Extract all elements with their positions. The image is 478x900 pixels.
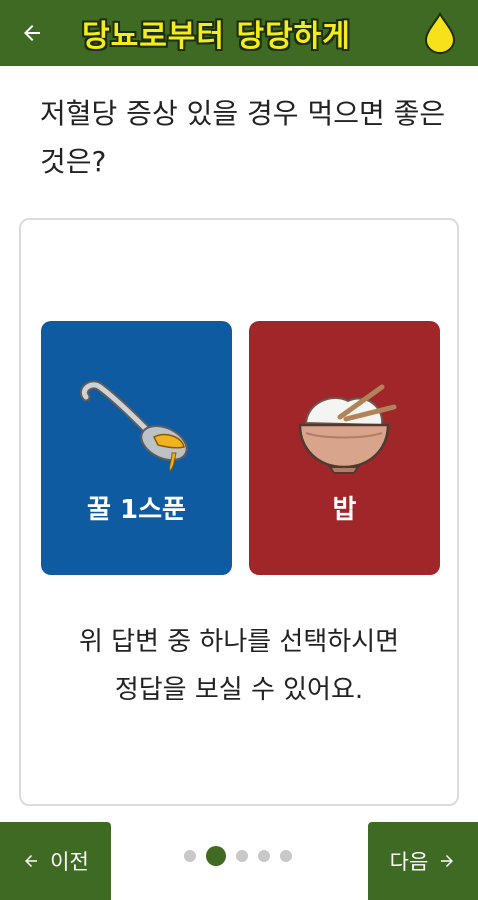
- back-button[interactable]: [10, 13, 54, 53]
- page-dot-4: [258, 850, 270, 862]
- honey-spoon-icon: [80, 380, 188, 472]
- hint-line-2: 정답을 보실 수 있어요.: [114, 675, 364, 705]
- option-rice-button[interactable]: 밥: [249, 321, 440, 575]
- app-title: 당뇨로부터 당당하게: [82, 19, 351, 54]
- app-bar: 당뇨로부터 당당하게: [0, 0, 478, 66]
- drop-icon: [424, 12, 456, 54]
- rice-bowl-icon: [298, 384, 397, 474]
- next-button[interactable]: 다음: [368, 822, 478, 900]
- prev-button[interactable]: 이전: [0, 822, 111, 900]
- arrow-left-icon: [24, 25, 40, 41]
- hint-text: 위 답변 중 하나를 선택하시면 정답을 보실 수 있어요.: [21, 618, 457, 714]
- page-dot-2-active: [206, 846, 226, 866]
- option-honey-button[interactable]: 꿀 1스푼: [41, 321, 232, 575]
- option-rice-label: 밥: [332, 495, 357, 525]
- arrow-left-icon: [25, 855, 38, 867]
- page-dot-3: [236, 850, 248, 862]
- page-dot-5: [280, 850, 292, 862]
- option-honey-label: 꿀 1스푼: [87, 495, 186, 525]
- hint-line-1: 위 답변 중 하나를 선택하시면: [78, 627, 400, 657]
- page-indicator: [180, 844, 310, 868]
- quiz-card: 꿀 1스푼 밥 위 답변 중 하나를 선택하시면 정답을 보실 수 있어요.: [19, 218, 459, 806]
- next-label: 다음: [389, 850, 429, 874]
- prev-label: 이전: [50, 850, 89, 874]
- page-dot-1: [184, 850, 196, 862]
- arrow-right-icon: [441, 855, 454, 867]
- question-text: 저혈당 증상 있을 경우 먹으면 좋은것은?: [40, 97, 446, 178]
